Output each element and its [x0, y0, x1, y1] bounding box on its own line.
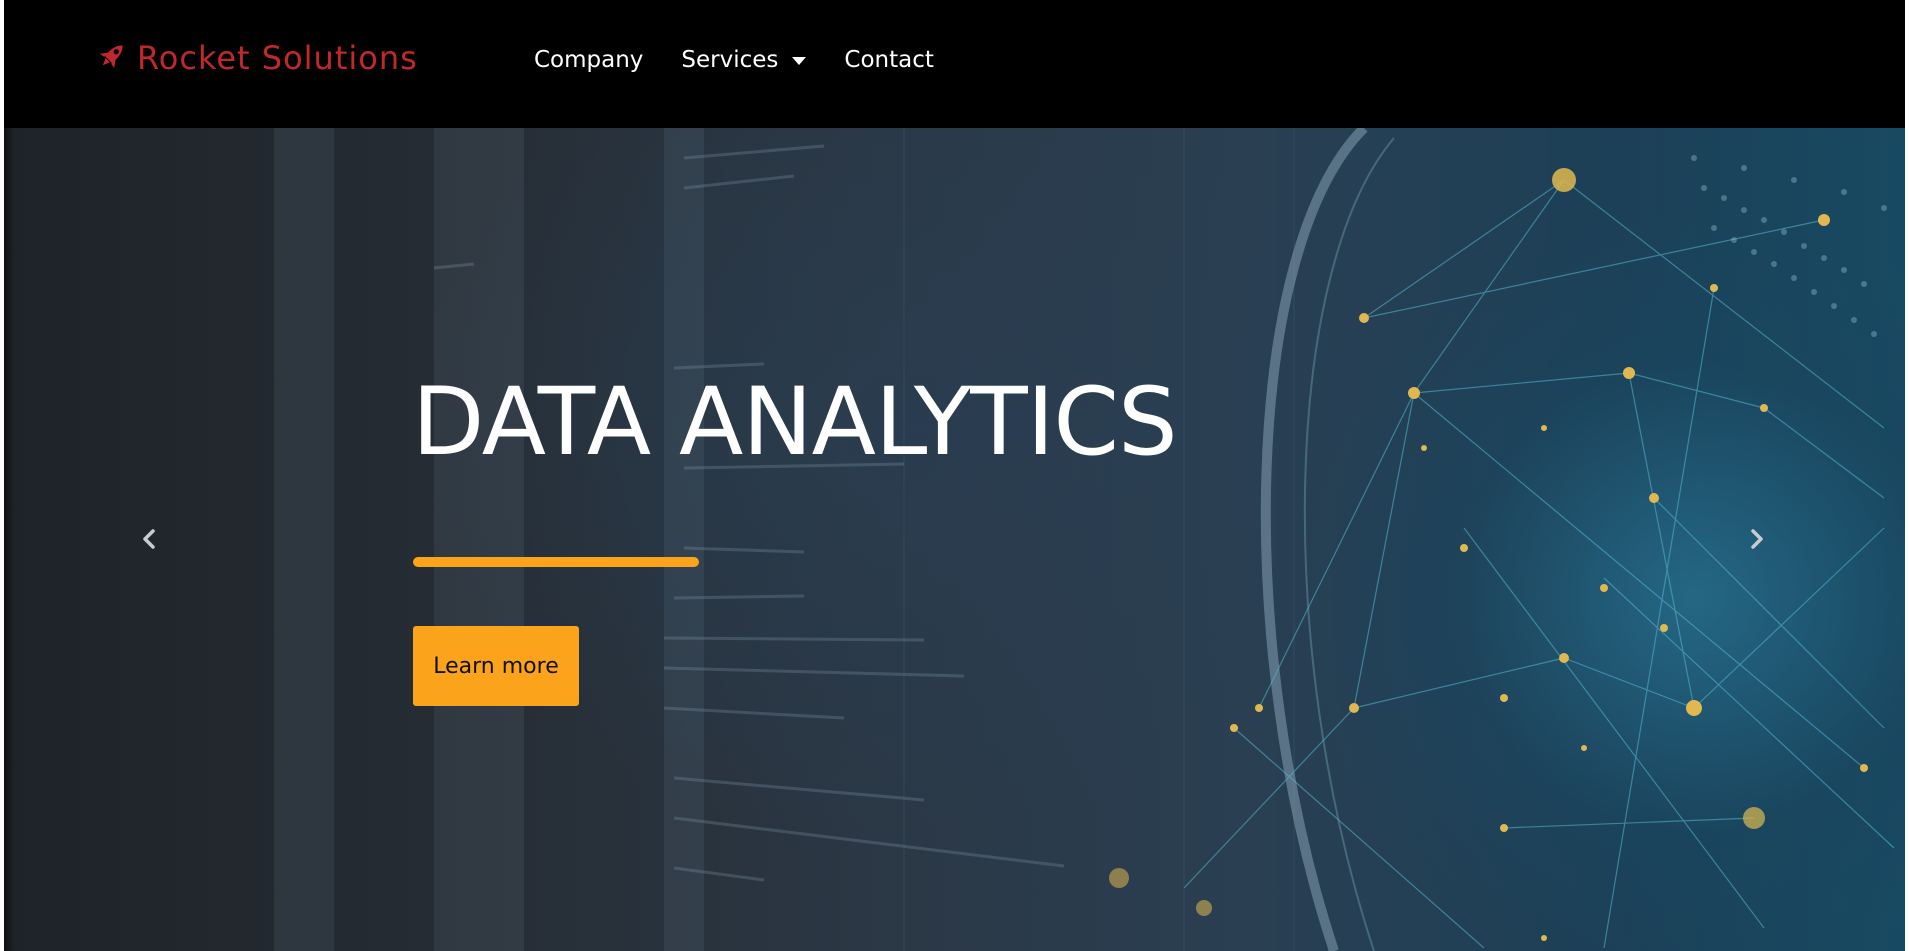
carousel-next-button[interactable] — [1732, 516, 1782, 566]
hero-left-shadow — [4, 128, 14, 951]
nav-item-label: Company — [534, 47, 644, 73]
nav-item-label: Contact — [844, 47, 934, 73]
right-page-edge — [1905, 0, 1909, 951]
chevron-right-icon — [1748, 528, 1766, 554]
hero-title: DATA ANALYTICS — [412, 368, 1178, 477]
brand-logo-link[interactable]: Rocket Solutions — [95, 36, 418, 80]
caret-down-icon — [792, 57, 807, 65]
chevron-left-icon — [140, 528, 158, 554]
brand-name: Rocket Solutions — [137, 39, 418, 77]
left-page-edge — [0, 128, 4, 951]
carousel-prev-button[interactable] — [124, 516, 174, 566]
hero-background-image — [274, 128, 1895, 951]
rocket-icon — [95, 39, 129, 77]
learn-more-button[interactable]: Learn more — [413, 626, 579, 706]
nav-item-company[interactable]: Company — [534, 47, 643, 73]
nav-menu: Company Services Contact — [534, 40, 972, 80]
nav-item-contact[interactable]: Contact — [844, 47, 933, 73]
page: Rocket Solutions Company Services Contac… — [0, 0, 1909, 951]
nav-item-label: Services — [681, 47, 779, 73]
top-navbar: Rocket Solutions Company Services Contac… — [4, 0, 1905, 128]
nav-item-services-dropdown[interactable]: Services — [681, 47, 807, 73]
hero-title-underline — [413, 557, 699, 567]
hero-carousel: DATA ANALYTICS Learn more — [4, 128, 1905, 951]
